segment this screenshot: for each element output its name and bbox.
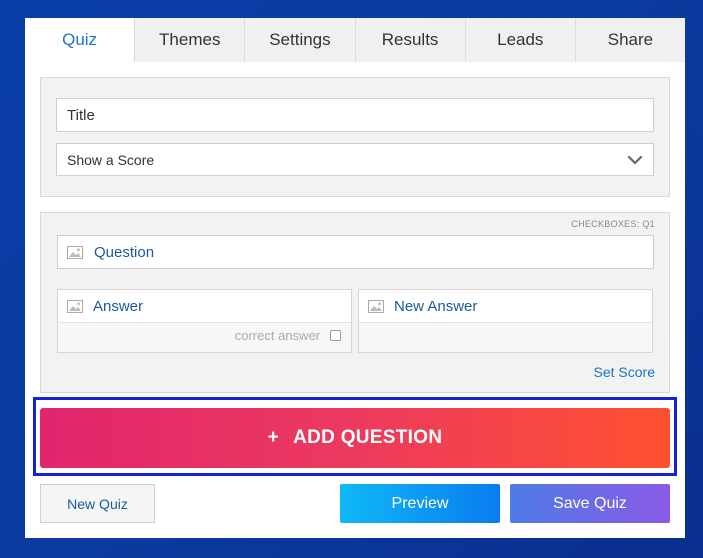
tab-settings[interactable]: Settings: [244, 18, 355, 62]
score-select[interactable]: Show a Score: [56, 143, 654, 176]
quiz-editor-panel: Quiz Themes Settings Results Leads Share…: [25, 18, 686, 538]
correct-answer-toggle[interactable]: correct answer: [235, 328, 341, 343]
question-type-tag: CHECKBOXES: Q1: [571, 219, 655, 229]
set-score-link[interactable]: Set Score: [594, 364, 655, 380]
plus-icon: +: [267, 427, 280, 448]
chevron-down-icon: [627, 155, 643, 165]
title-input-text: Title: [67, 106, 95, 124]
tab-themes[interactable]: Themes: [134, 18, 245, 62]
preview-button[interactable]: Preview: [340, 484, 500, 523]
add-question-button[interactable]: + ADD QUESTION: [40, 408, 670, 468]
image-icon[interactable]: [67, 246, 83, 259]
correct-answer-label: correct answer: [234, 328, 320, 343]
tab-bar: Quiz Themes Settings Results Leads Share: [25, 18, 686, 62]
save-quiz-button[interactable]: Save Quiz: [510, 484, 670, 523]
new-quiz-button[interactable]: New Quiz: [40, 484, 155, 523]
answer-card: Answer correct answer: [57, 289, 352, 353]
image-icon[interactable]: [67, 300, 83, 313]
quiz-settings-section: Title Show a Score: [40, 77, 670, 197]
new-answer-input-text: New Answer: [394, 297, 478, 315]
tab-share[interactable]: Share: [574, 18, 686, 62]
title-input[interactable]: Title: [56, 98, 654, 132]
answer-input[interactable]: Answer: [58, 290, 351, 323]
tab-leads[interactable]: Leads: [464, 18, 575, 62]
tab-results[interactable]: Results: [354, 18, 465, 62]
new-answer-card: New Answer: [358, 289, 653, 353]
correct-answer-checkbox[interactable]: [330, 330, 341, 341]
tab-quiz[interactable]: Quiz: [25, 18, 135, 62]
image-icon[interactable]: [368, 300, 384, 313]
answer-input-text: Answer: [93, 297, 144, 315]
add-question-highlight: + ADD QUESTION: [33, 397, 677, 476]
question-input-text: Question: [94, 243, 155, 261]
question-input[interactable]: Question: [57, 235, 654, 269]
new-answer-input[interactable]: New Answer: [359, 290, 652, 323]
question-card: CHECKBOXES: Q1 Question Answer correct a…: [40, 212, 670, 393]
add-question-label: ADD QUESTION: [293, 427, 443, 448]
score-select-value: Show a Score: [67, 151, 155, 168]
